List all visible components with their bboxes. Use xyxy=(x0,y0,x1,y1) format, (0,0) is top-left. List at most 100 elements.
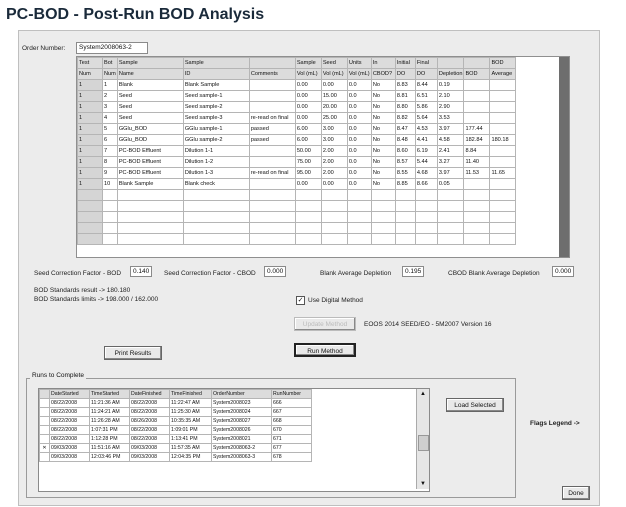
load-selected-button[interactable]: Load Selected xyxy=(446,398,504,412)
runs-cell[interactable]: System2008021 xyxy=(211,434,272,444)
grid-cell[interactable]: No xyxy=(370,145,396,157)
grid-cell[interactable]: Seed sample-2 xyxy=(182,101,250,113)
grid-cell[interactable]: 95.00 xyxy=(294,167,322,179)
grid-cell[interactable]: 0.00 xyxy=(320,79,348,91)
grid-cell[interactable]: Blank Sample xyxy=(116,178,184,190)
grid-cell[interactable]: 6 xyxy=(102,134,118,146)
grid-cell[interactable] xyxy=(463,79,491,91)
grid-cell[interactable]: 2.00 xyxy=(320,145,348,157)
runs-header-cell[interactable]: RunNumber xyxy=(271,389,312,399)
runs-cell[interactable]: 08/26/2008 xyxy=(129,416,170,426)
grid-cell[interactable]: 0.00 xyxy=(294,79,322,91)
runs-cell[interactable]: 1:07:31 PM xyxy=(89,425,130,435)
row-selector[interactable] xyxy=(39,452,50,462)
grid-cell[interactable]: No xyxy=(370,112,396,124)
grid-cell[interactable]: 4.41 xyxy=(414,134,438,146)
grid-cell[interactable]: 5.44 xyxy=(414,156,438,168)
grid-cell[interactable]: 3.97 xyxy=(436,123,465,135)
runs-cell[interactable]: System2008063-3 xyxy=(211,452,272,462)
grid-cell[interactable]: 8.48 xyxy=(394,134,416,146)
grid-cell[interactable] xyxy=(248,79,296,91)
runs-cell[interactable]: 09/03/2008 xyxy=(129,443,170,453)
grid-cell[interactable]: 8.83 xyxy=(394,79,416,91)
grid-cell[interactable]: 3.97 xyxy=(436,167,465,179)
grid-cell[interactable]: 1 xyxy=(77,112,103,124)
grid-cell[interactable]: 15.00 xyxy=(320,90,348,102)
grid-cell[interactable]: 0.0 xyxy=(346,79,372,91)
runs-cell[interactable]: 11:21:36 AM xyxy=(89,398,130,408)
grid-cell[interactable]: Seed sample-1 xyxy=(182,90,250,102)
grid-cell[interactable]: No xyxy=(370,123,396,135)
row-selector[interactable]: ✕ xyxy=(39,443,50,453)
grid-cell[interactable]: 180.18 xyxy=(489,134,517,146)
grid-cell[interactable]: 8.57 xyxy=(394,156,416,168)
runs-cell[interactable]: 12:04:35 PM xyxy=(169,452,212,462)
runs-cell[interactable]: 09/03/2008 xyxy=(49,443,90,453)
runs-cell[interactable]: 11:57:35 AM xyxy=(169,443,212,453)
table-row[interactable]: 1 1 Blank Blank Sample 0.00 0.00 0.0 No 8.83 8.44… xyxy=(77,79,517,91)
grid-cell[interactable]: 6.51 xyxy=(414,90,438,102)
grid-cell[interactable]: Seed xyxy=(116,101,184,113)
results-grid[interactable]: Test Bot Sample Sample Sample Seed Units In Init… xyxy=(76,56,570,258)
grid-cell[interactable]: 11.65 xyxy=(489,167,517,179)
grid-cell[interactable]: 3 xyxy=(102,101,118,113)
row-selector[interactable] xyxy=(39,416,50,426)
grid-cell[interactable]: 182.84 xyxy=(463,134,491,146)
grid-cell[interactable]: 2.10 xyxy=(436,90,465,102)
grid-cell[interactable]: 7 xyxy=(102,145,118,157)
grid-cell[interactable]: 4.53 xyxy=(414,123,438,135)
runs-cell[interactable]: System2008023 xyxy=(211,398,272,408)
grid-cell[interactable]: 0.0 xyxy=(346,178,372,190)
grid-cell[interactable]: Dilution 1-2 xyxy=(182,156,250,168)
grid-cell[interactable]: 1 xyxy=(77,90,103,102)
grid-cell[interactable]: Seed sample-3 xyxy=(182,112,250,124)
list-item[interactable]: ✕ 09/03/2008 11:51:16 AM 09/03/2008 11:57:35… xyxy=(39,443,312,453)
grid-cell[interactable] xyxy=(489,145,517,157)
table-row[interactable]: 1 2 Seed Seed sample-1 0.00 15.00 0.0 No 8.81 6.5… xyxy=(77,90,517,102)
scroll-down-arrow-icon[interactable]: ▼ xyxy=(417,479,429,489)
grid-cell[interactable]: Dilution 1-3 xyxy=(182,167,250,179)
table-row[interactable]: 1 8 PC-BOD Effluent Dilution 1-2 75.00 2.00 0.… xyxy=(77,156,517,168)
grid-cell[interactable]: 2.41 xyxy=(436,145,465,157)
grid-cell[interactable]: 9 xyxy=(102,167,118,179)
runs-cell[interactable]: 09/03/2008 xyxy=(49,452,90,462)
grid-cell[interactable]: 1 xyxy=(77,134,103,146)
grid-cell[interactable]: 1 xyxy=(77,101,103,113)
grid-cell[interactable] xyxy=(489,123,517,135)
runs-cell[interactable]: 08/22/2008 xyxy=(49,398,90,408)
grid-cell[interactable]: Seed xyxy=(116,90,184,102)
grid-cell[interactable]: 2.00 xyxy=(320,167,348,179)
runs-cell[interactable]: 12:03:46 PM xyxy=(89,452,130,462)
grid-cell[interactable] xyxy=(463,101,491,113)
row-selector[interactable] xyxy=(39,407,50,417)
grid-cell[interactable]: PC-BOD Effluent xyxy=(116,156,184,168)
grid-cell[interactable]: 8.60 xyxy=(394,145,416,157)
runs-cell[interactable]: 08/22/2008 xyxy=(129,434,170,444)
runs-cell[interactable]: 670 xyxy=(271,425,312,435)
grid-cell[interactable]: No xyxy=(370,101,396,113)
runs-cell[interactable]: System2008027 xyxy=(211,416,272,426)
grid-cell[interactable]: 0.05 xyxy=(436,178,465,190)
run-method-button[interactable]: Run Method xyxy=(294,343,356,357)
runs-cell[interactable]: 666 xyxy=(271,398,312,408)
grid-cell[interactable]: 8.80 xyxy=(394,101,416,113)
print-results-button[interactable]: Print Results xyxy=(104,346,162,360)
list-item[interactable]: 08/22/2008 11:21:36 AM 08/22/2008 11:22:47 … xyxy=(39,398,312,408)
runs-cell[interactable]: 08/22/2008 xyxy=(49,425,90,435)
list-item[interactable]: 08/22/2008 11:26:28 AM 08/26/2008 10:35:35 … xyxy=(39,416,312,426)
grid-cell[interactable]: 1 xyxy=(77,156,103,168)
runs-cell[interactable]: 08/22/2008 xyxy=(49,416,90,426)
runs-cell[interactable]: 08/22/2008 xyxy=(129,407,170,417)
runs-grid[interactable]: DateStarted TimeStarted DateFinished TimeFi… xyxy=(38,388,430,492)
grid-cell[interactable]: 11.40 xyxy=(463,156,491,168)
grid-cell[interactable]: 8.66 xyxy=(414,178,438,190)
grid-cell[interactable]: GGlu_BOD xyxy=(116,134,184,146)
grid-cell[interactable]: 3.27 xyxy=(436,156,465,168)
grid-cell[interactable]: No xyxy=(370,79,396,91)
grid-cell[interactable]: 50.00 xyxy=(294,145,322,157)
digital-method-checkbox[interactable]: ✓ xyxy=(296,296,305,305)
grid-cell[interactable]: 8.85 xyxy=(394,178,416,190)
grid-cell[interactable]: 177.44 xyxy=(463,123,491,135)
grid-cell[interactable]: 8.47 xyxy=(394,123,416,135)
grid-cell[interactable]: 4.58 xyxy=(436,134,465,146)
